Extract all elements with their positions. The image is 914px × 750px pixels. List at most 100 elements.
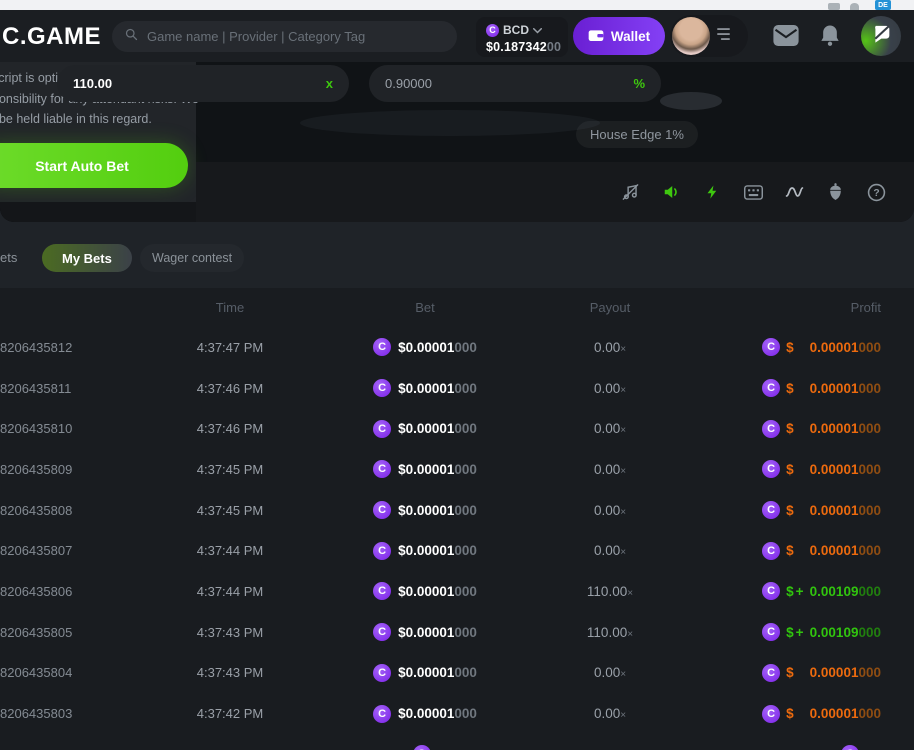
- profit-amount-dim: 000: [858, 625, 881, 640]
- profit-currency: $: [786, 706, 794, 721]
- bcd-coin-icon: C: [762, 542, 780, 560]
- profit-currency: $: [786, 462, 794, 477]
- table-row[interactable]: C C: [0, 734, 914, 750]
- help-icon[interactable]: ?: [867, 181, 886, 203]
- panel-corner: [0, 202, 196, 222]
- profit-cell: C $0.00001000: [700, 420, 914, 438]
- avatar[interactable]: [672, 17, 710, 55]
- search-input[interactable]: [147, 29, 445, 44]
- table-row[interactable]: 8206435809 4:37:45 PM C $0.00001000 0.00…: [0, 449, 914, 490]
- bcd-coin-icon: C: [373, 582, 391, 600]
- bet-amount: $0.00001: [398, 381, 454, 396]
- profit-amount: 0.00001: [810, 665, 859, 680]
- payout-multiplier: 0.00: [594, 421, 620, 436]
- multiplier-x-icon: ×: [620, 710, 626, 721]
- profit-amount: 0.00001: [810, 462, 859, 477]
- bet-amount-dim: 000: [454, 543, 477, 558]
- bet-id: 8206435804: [0, 665, 130, 680]
- bcd-coin-icon: C: [762, 664, 780, 682]
- table-row[interactable]: 8206435808 4:37:45 PM C $0.00001000 0.00…: [0, 490, 914, 531]
- tab-my-bets[interactable]: My Bets: [42, 244, 132, 272]
- table-row[interactable]: 8206435803 4:37:42 PM C $0.00001000 0.00…: [0, 693, 914, 734]
- bcd-coin-icon: C: [373, 501, 391, 519]
- bet-time: 4:37:47 PM: [130, 340, 330, 355]
- bet-cell: C $0.00001000: [330, 582, 520, 600]
- game-toolbar: ?: [196, 162, 914, 222]
- live-stats-icon[interactable]: [785, 181, 804, 203]
- multiplier-x-icon: ×: [627, 629, 633, 640]
- fairness-seed-icon[interactable]: [826, 181, 845, 203]
- bet-time: 4:37:44 PM: [130, 543, 330, 558]
- profit-amount-dim: 000: [858, 421, 881, 436]
- win-chance-value[interactable]: 0.90000: [385, 76, 432, 91]
- start-auto-bet-button[interactable]: Start Auto Bet: [0, 143, 188, 188]
- tab-wager-contest[interactable]: Wager contest: [140, 244, 244, 272]
- bet-id: 8206435806: [0, 584, 130, 599]
- bcd-coin-icon: C: [762, 460, 780, 478]
- multiplier-x-icon: ×: [620, 507, 626, 518]
- profit-amount-dim: 000: [858, 543, 881, 558]
- payout-multiplier-field[interactable]: 110.00 x: [57, 65, 349, 102]
- payout-cell: 0.00×: [520, 421, 700, 436]
- browser-toolbar-edge: DE: [0, 0, 914, 10]
- table-row[interactable]: 8206435807 4:37:44 PM C $0.00001000 0.00…: [0, 530, 914, 571]
- bet-amount-dim: 000: [454, 584, 477, 599]
- wallet-button[interactable]: Wallet: [573, 17, 665, 55]
- site-header: C.GAME C BCD $0.18734200 Wallet: [0, 10, 914, 62]
- multiplier-x-icon: ×: [620, 425, 626, 436]
- bets-table-rows: 8206435812 4:37:47 PM C $0.00001000 0.00…: [0, 327, 914, 750]
- bet-amount-dim: 000: [454, 462, 477, 477]
- browser-profile-icon[interactable]: [850, 3, 859, 10]
- currency-selector[interactable]: C BCD $0.18734200: [476, 17, 568, 57]
- table-row[interactable]: 8206435805 4:37:43 PM C $0.00001000 110.…: [0, 612, 914, 653]
- table-row[interactable]: 8206435812 4:37:47 PM C $0.00001000 0.00…: [0, 327, 914, 368]
- browser-extension-icon[interactable]: [828, 3, 840, 10]
- bet-time: 4:37:42 PM: [130, 706, 330, 721]
- payout-cell: 110.00×: [520, 625, 700, 640]
- payout-multiplier-value[interactable]: 110.00: [73, 76, 112, 91]
- translator-extension-badge[interactable]: DE: [875, 0, 891, 10]
- payout-multiplier: 0.00: [594, 462, 620, 477]
- multiplier-x-icon: ×: [620, 669, 626, 680]
- multiplier-x-icon: ×: [620, 547, 626, 558]
- bcd-coin-icon: C: [373, 420, 391, 438]
- notifications-bell-icon[interactable]: [820, 23, 840, 53]
- win-chance-field[interactable]: 0.90000 %: [369, 65, 661, 102]
- table-row[interactable]: 8206435810 4:37:46 PM C $0.00001000 0.00…: [0, 408, 914, 449]
- bet-amount-dim: 000: [454, 625, 477, 640]
- table-row[interactable]: 8206435811 4:37:46 PM C $0.00001000 0.00…: [0, 368, 914, 409]
- messages-icon[interactable]: [773, 25, 799, 51]
- bet-amount-dim: 000: [454, 421, 477, 436]
- payout-multiplier: 110.00: [587, 625, 627, 640]
- profit-amount-dim: 000: [858, 665, 881, 680]
- sound-on-icon[interactable]: [662, 181, 681, 203]
- bet-id: 8206435810: [0, 421, 130, 436]
- user-menu[interactable]: [670, 15, 748, 57]
- music-off-icon[interactable]: [621, 181, 640, 203]
- turbo-bet-icon[interactable]: [703, 181, 722, 203]
- tab-all-bets-partial[interactable]: ets: [0, 250, 17, 265]
- bet-amount: $0.00001: [398, 543, 454, 558]
- profit-amount: 0.00001: [810, 503, 859, 518]
- bet-amount: $0.00001: [398, 584, 454, 599]
- bet-time: 4:37:43 PM: [130, 625, 330, 640]
- bet-cell: C: [330, 745, 520, 750]
- multiplier-x-icon: ×: [620, 466, 626, 477]
- support-chat-button[interactable]: [861, 16, 901, 56]
- bcd-coin-icon: C: [373, 705, 391, 723]
- table-row[interactable]: 8206435804 4:37:43 PM C $0.00001000 0.00…: [0, 653, 914, 694]
- payout-multiplier: 0.00: [594, 340, 620, 355]
- game-panel: script is optional and players must take…: [0, 62, 914, 222]
- bet-id: 8206435805: [0, 625, 130, 640]
- bets-tabs: ets My Bets Wager contest: [0, 244, 914, 272]
- site-logo[interactable]: C.GAME: [2, 23, 101, 51]
- hotkeys-keyboard-icon[interactable]: [744, 181, 763, 203]
- col-header-payout: Payout: [520, 300, 700, 315]
- svg-text:?: ?: [873, 188, 879, 199]
- bcd-coin-icon: C: [841, 745, 859, 750]
- bet-cell: C $0.00001000: [330, 338, 520, 356]
- table-row[interactable]: 8206435806 4:37:44 PM C $0.00001000 110.…: [0, 571, 914, 612]
- search-bar[interactable]: [112, 21, 457, 52]
- bet-amount: $0.00001: [398, 625, 454, 640]
- multiplier-x-icon: ×: [620, 385, 626, 396]
